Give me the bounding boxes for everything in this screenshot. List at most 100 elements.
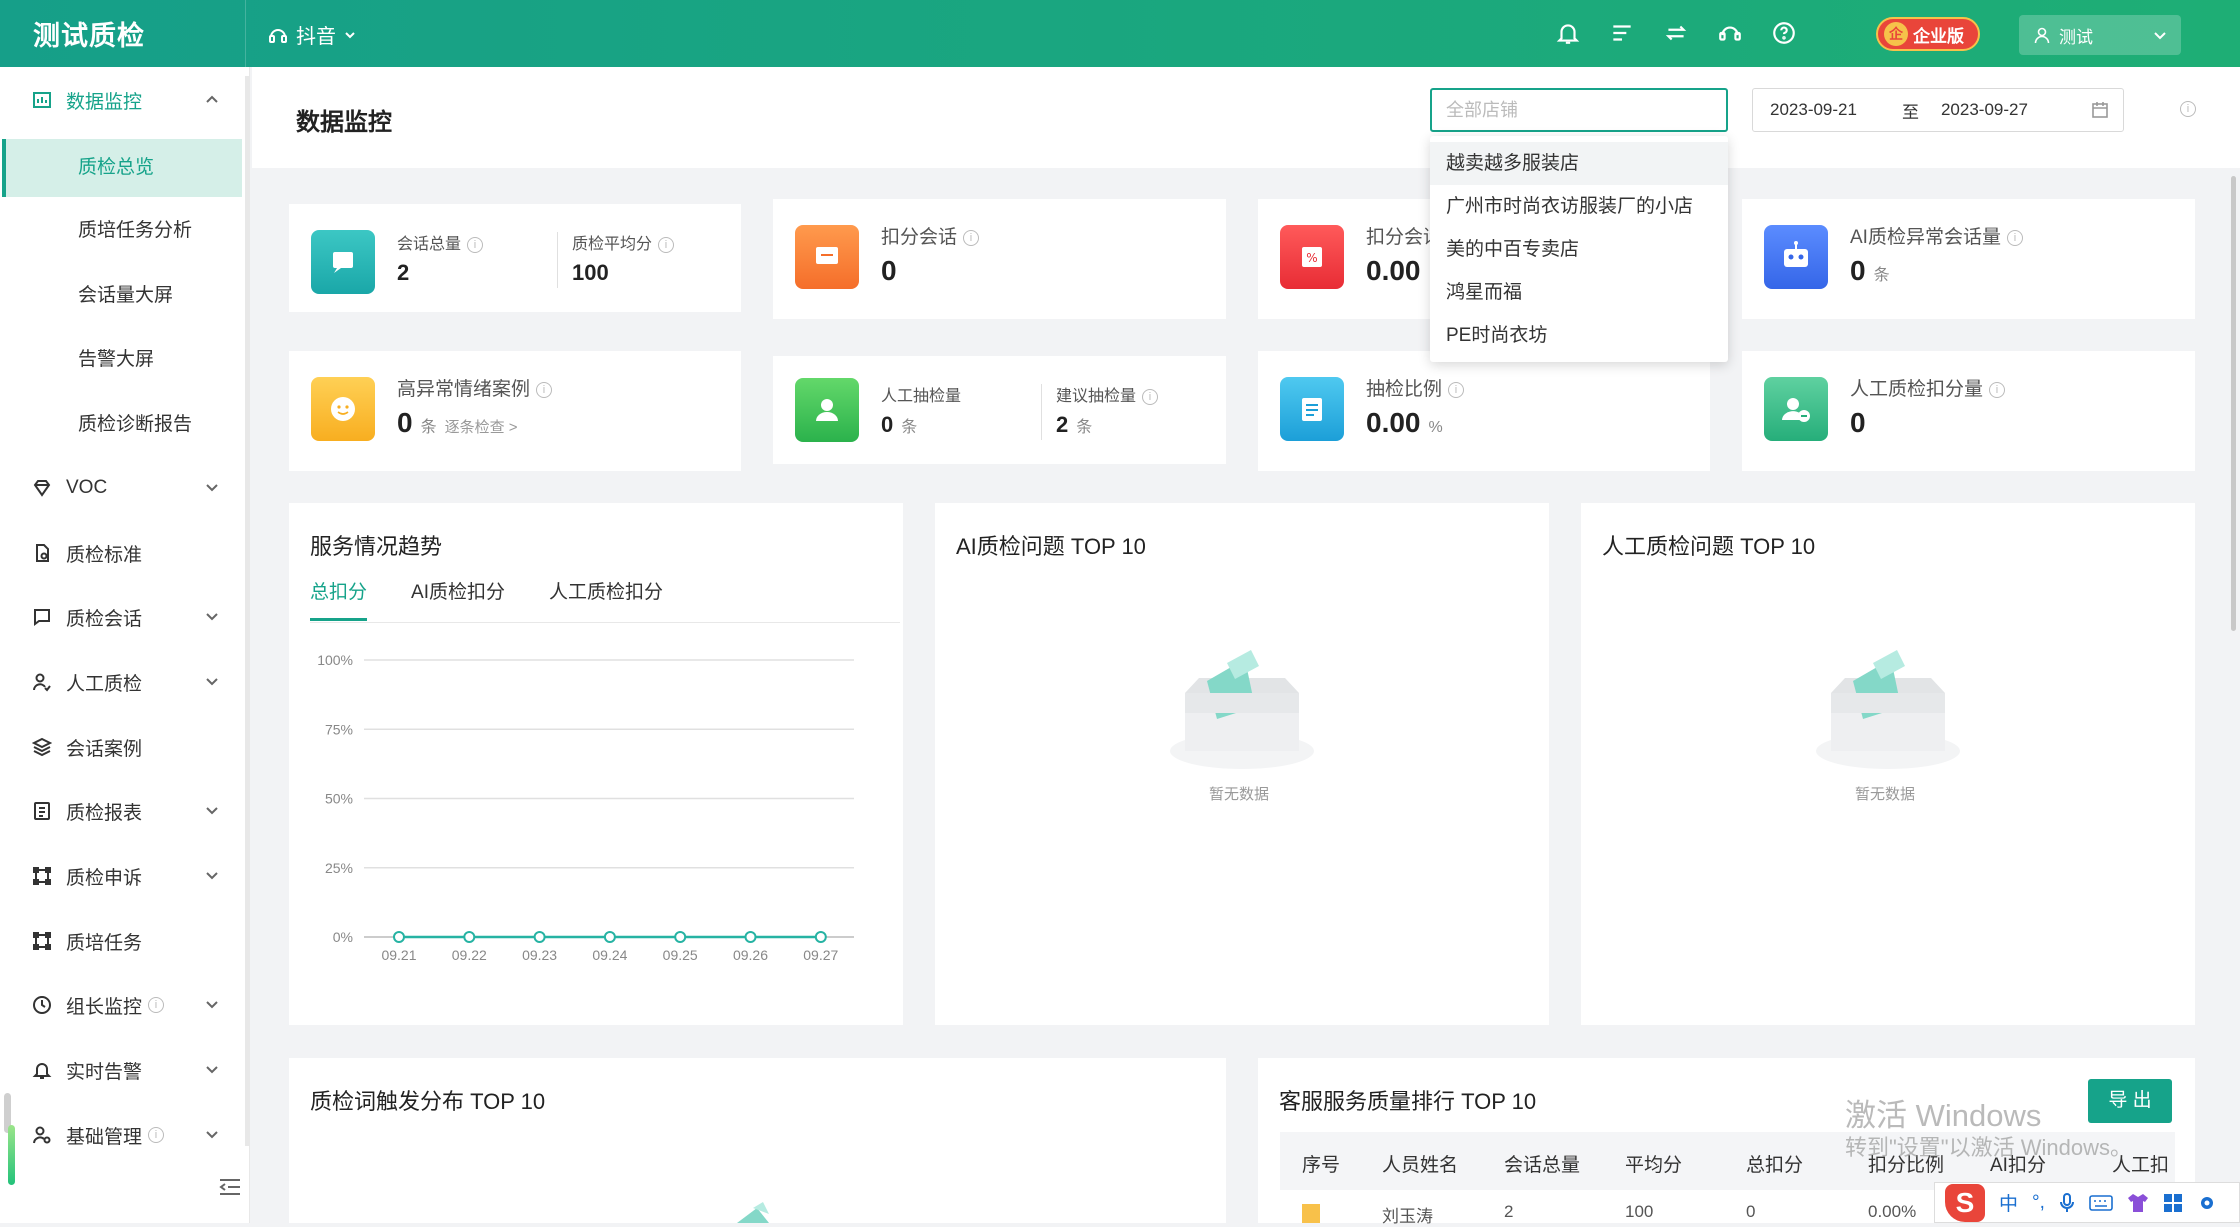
tab-ai-deduct[interactable]: AI质检扣分 (411, 577, 505, 621)
column-header[interactable]: 序号 (1302, 1150, 1340, 1177)
document-icon (36, 544, 49, 562)
tab-total-deduct[interactable]: 总扣分 (310, 577, 368, 621)
enterprise-label: 企业版 (1913, 26, 1964, 46)
stat-value: 0 (1850, 407, 1866, 438)
date-range-picker[interactable]: 2023-09-21 至 2023-09-27 (1752, 88, 2124, 132)
platform-selector[interactable]: 抖音 (268, 20, 356, 49)
table-cell: 0 (1746, 1202, 1756, 1221)
divider (1041, 384, 1042, 440)
sidebar-item-label: 质检报表 (66, 802, 143, 824)
platform-label: 抖音 (296, 26, 336, 48)
stat-value: 0 条逐条检查 > (397, 407, 518, 438)
stat-card-sampling: 人工抽检量 0条 建议抽检量 i 2条 (773, 356, 1226, 464)
dropdown-option[interactable]: 广州市时尚衣访服装厂的小店 (1430, 185, 1728, 228)
rank-medal-icon (1302, 1204, 1320, 1223)
layers-icon (32, 737, 52, 757)
bell-icon[interactable] (1555, 20, 1581, 46)
dropdown-option[interactable]: 鸿星而福 (1430, 271, 1728, 314)
panel-title: AI质检问题 TOP 10 (956, 534, 1146, 559)
sidebar-item-session[interactable]: 质检会话 (0, 587, 245, 647)
dashboard-icon (33, 92, 51, 108)
info-icon[interactable]: i (2180, 101, 2196, 117)
sidebar-item-voc[interactable]: VOC (0, 458, 245, 518)
stat-value: 0 (881, 255, 897, 286)
help-icon[interactable] (1771, 20, 1797, 46)
y-tick-label: 75% (325, 721, 353, 737)
export-button[interactable]: 导 出 (2088, 1079, 2172, 1123)
trend-tabs: 总扣分 AI质检扣分 人工质检扣分 (310, 577, 707, 621)
date-separator: 至 (1901, 102, 1919, 122)
activation-watermark-sub: 转到"设置"以激活 Windows。 (1845, 1135, 2132, 1160)
tab-manual-deduct[interactable]: 人工质检扣分 (549, 577, 663, 621)
ime-lang[interactable]: 中 (1999, 1189, 2018, 1216)
column-header[interactable]: 总扣分 (1746, 1150, 1803, 1177)
person-icon (795, 378, 859, 442)
panel-title: 人工质检问题 TOP 10 (1602, 534, 1816, 559)
microphone-icon[interactable] (2059, 1192, 2075, 1214)
switch-icon[interactable] (1663, 20, 1689, 46)
divider (557, 232, 558, 288)
chevron-up-icon (206, 95, 218, 103)
keyboard-icon[interactable] (2089, 1194, 2113, 1212)
dropdown-option[interactable]: PE时尚衣坊 (1430, 314, 1728, 357)
manual-top10-panel: 人工质检问题 TOP 10 暂无数据 (1581, 503, 2195, 1025)
sidebar-sub-training-analysis[interactable]: 质培任务分析 (0, 202, 245, 260)
user-icon (2034, 27, 2050, 44)
chevron-down-icon (206, 1131, 218, 1139)
sidebar-sub-session-screen[interactable]: 会话量大屏 (0, 267, 245, 325)
column-header[interactable]: 会话总量 (1504, 1150, 1580, 1177)
empty-text: 暂无数据 (1209, 786, 1270, 803)
ime-toolbar[interactable]: S 中 °, (1934, 1182, 2240, 1223)
panel-title: 服务情况趋势 (310, 534, 443, 559)
x-tick-label: 09.27 (803, 947, 838, 963)
page-scrollbar[interactable] (2231, 176, 2236, 631)
sidebar-item-standard[interactable]: 质检标准 (0, 523, 245, 583)
sidebar-item-label: 数据监控 (66, 91, 143, 113)
list-icon[interactable] (1609, 20, 1635, 46)
shirt-icon[interactable] (2127, 1193, 2149, 1213)
sidebar-item-leader[interactable]: 组长监控 i (0, 975, 245, 1035)
sidebar-scrollbar[interactable] (245, 76, 249, 1146)
ai-top10-panel: AI质检问题 TOP 10 暂无数据 (935, 503, 1549, 1025)
data-point (744, 931, 757, 943)
stat-card-sample-ratio: 抽检比例 i 0.00% (1258, 351, 1710, 471)
stat-label: 人工抽检量 (881, 388, 962, 405)
user-menu[interactable]: 测试 (2019, 15, 2181, 55)
table-cell: 0.00% (1868, 1202, 1917, 1221)
date-end: 2023-09-27 (1940, 100, 2028, 119)
shop-select[interactable]: 全部店铺 (1430, 88, 1728, 132)
sidebar-sub-diagnosis-report[interactable]: 质检诊断报告 (0, 396, 245, 454)
sidebar-item-label: 基础管理 (66, 1126, 143, 1148)
sidebar-sub-alert-screen[interactable]: 告警大屏 (0, 331, 245, 389)
support-icon[interactable] (1717, 20, 1743, 46)
sidebar-item-data-monitor[interactable]: 数据监控 (0, 70, 245, 130)
info-icon: i (963, 229, 980, 246)
column-header[interactable]: 平均分 (1625, 1150, 1682, 1177)
stat-value: 0条 (1850, 255, 1890, 286)
y-tick-label: 100% (317, 652, 353, 668)
sidebar-item-alert[interactable]: 实时告警 (0, 1040, 245, 1100)
sidebar-sub-overview[interactable]: 质检总览 (2, 139, 242, 197)
activation-watermark: 激活 Windows (1845, 1098, 2042, 1133)
ime-punct[interactable]: °, (2032, 1192, 2045, 1214)
check-each-link[interactable]: 逐条检查 > (445, 419, 518, 436)
sidebar-item-appeal[interactable]: 质检申诉 (0, 846, 245, 906)
frame-icon (33, 867, 51, 885)
sidebar-item-basic[interactable]: 基础管理 i (0, 1105, 245, 1165)
menu-collapse-icon[interactable] (218, 1177, 242, 1197)
gear-icon[interactable] (2197, 1193, 2217, 1213)
dropdown-option[interactable]: 美的中百专卖店 (1430, 228, 1728, 271)
x-tick-label: 09.24 (592, 947, 627, 963)
sidebar-item-manual[interactable]: 人工质检 (0, 652, 245, 712)
person-gear-icon (33, 1126, 51, 1144)
enterprise-badge[interactable]: 企 企业版 (1876, 17, 1980, 51)
dropdown-option[interactable]: 越卖越多服装店 (1430, 142, 1728, 185)
data-point (603, 931, 616, 943)
x-tick-label: 09.22 (452, 947, 487, 963)
sidebar-item-cases[interactable]: 会话案例 (0, 717, 245, 777)
stat-card-sessions: 会话总量 i 2 质检平均分 i 100 (289, 204, 741, 312)
grid-icon[interactable] (2163, 1193, 2183, 1213)
sidebar-item-report[interactable]: 质检报表 (0, 781, 245, 841)
sidebar-item-training[interactable]: 质培任务 (0, 911, 245, 971)
column-header[interactable]: 人员姓名 (1382, 1150, 1458, 1177)
